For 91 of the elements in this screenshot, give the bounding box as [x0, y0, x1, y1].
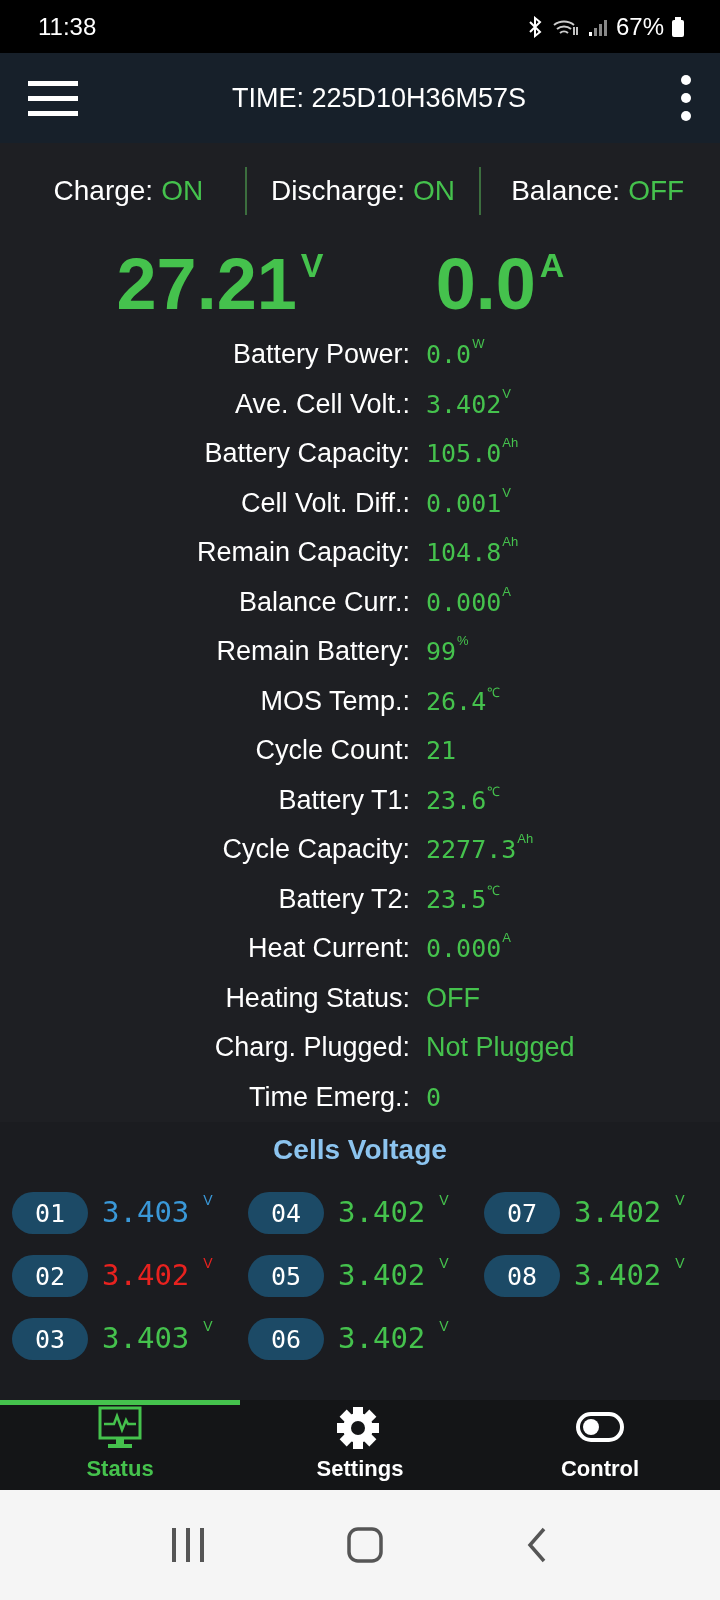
- home-icon[interactable]: [347, 1527, 383, 1563]
- unit-label: ℃: [487, 782, 501, 800]
- stat-value: 0.0: [426, 340, 472, 370]
- cell-voltage: 3.402: [338, 1195, 426, 1229]
- cell-voltage: 3.403: [102, 1195, 190, 1229]
- stat-value: 104.8: [426, 538, 502, 568]
- unit-label: V: [439, 1318, 449, 1334]
- unit-label: %: [457, 633, 469, 649]
- stat-label: Battery Capacity:: [203, 438, 410, 470]
- monitor-pulse-icon: [96, 1406, 144, 1450]
- unit-label: V: [675, 1255, 685, 1271]
- stat-label: Heat Current:: [246, 933, 410, 965]
- stat-value: 99: [426, 637, 457, 667]
- unit-label: V: [203, 1255, 213, 1271]
- stat-label: Charg. Plugged:: [213, 1032, 410, 1064]
- cell-number: 08: [484, 1255, 560, 1297]
- stat-value: Not Plugged: [426, 1032, 575, 1064]
- unit-label: V: [439, 1255, 449, 1271]
- unit-label: W: [472, 336, 485, 352]
- unit-label: A: [502, 583, 511, 599]
- stat-value: 3.402: [426, 389, 502, 419]
- switch-label: Charge:: [53, 174, 154, 207]
- section-title: Cells Voltage: [272, 1134, 448, 1166]
- cell-voltage: 3.402: [338, 1258, 426, 1292]
- unit-label: ℃: [487, 683, 501, 701]
- stat-value: 105.0: [426, 439, 502, 469]
- stat-label: Battery Power:: [231, 339, 410, 371]
- switch-label: Discharge:: [271, 174, 405, 207]
- unit-label: V: [502, 385, 511, 401]
- cell-voltage: 3.402: [338, 1321, 426, 1355]
- cell-number: 01: [12, 1192, 88, 1234]
- reading-value: 27.21: [116, 248, 297, 320]
- unit-label: Ah: [517, 831, 534, 847]
- settings-tab[interactable]: Settings: [240, 1400, 480, 1490]
- unit-label: Ah: [502, 435, 519, 451]
- battery-percent: 67%: [615, 12, 664, 41]
- stat-label: Balance Curr.:: [237, 586, 410, 618]
- cell-number: 06: [248, 1318, 324, 1360]
- stat-value: 0.001: [426, 488, 502, 518]
- stat-label: Remain Capacity:: [195, 537, 410, 569]
- battery-icon: [672, 16, 684, 37]
- unit-label: V: [502, 484, 511, 500]
- stat-value: 2277.3: [426, 835, 517, 865]
- cell-number: 02: [12, 1255, 88, 1297]
- stat-value: 26.4: [426, 686, 487, 716]
- stat-value: 23.6: [426, 785, 487, 815]
- cell-voltage: 3.402: [102, 1258, 190, 1292]
- stat-label: Cycle Count:: [254, 735, 410, 767]
- switch-value: OFF: [628, 174, 685, 207]
- more-options-icon[interactable]: [680, 75, 692, 121]
- cell-voltage: 3.402: [574, 1258, 662, 1292]
- unit-label: V: [439, 1192, 449, 1208]
- stat-label: MOS Temp.:: [259, 685, 410, 717]
- switch-value: ON: [161, 174, 204, 207]
- stat-label: Ave. Cell Volt.:: [233, 388, 410, 420]
- stat-label: Battery T2:: [277, 883, 410, 915]
- unit-label: V: [675, 1192, 685, 1208]
- reading-unit: A: [539, 248, 565, 282]
- cell-voltage: 3.403: [102, 1321, 190, 1355]
- stat-value: 0.000: [426, 934, 502, 964]
- stat-value: 0.000: [426, 587, 502, 617]
- stat-label: Cycle Capacity:: [221, 834, 410, 866]
- unit-label: V: [203, 1318, 213, 1334]
- switch-value: ON: [412, 174, 455, 207]
- cell-number: 07: [484, 1192, 560, 1234]
- unit-label: V: [203, 1192, 213, 1208]
- cell-number: 03: [12, 1318, 88, 1360]
- menu-icon[interactable]: [28, 80, 78, 116]
- stat-label: Cell Volt. Diff.:: [239, 487, 410, 519]
- signal-icon: [587, 17, 608, 36]
- reading-unit: V: [300, 248, 324, 282]
- reading-value: 0.0: [435, 248, 536, 320]
- cell-number: 04: [248, 1192, 324, 1234]
- stat-value: 0: [426, 1082, 442, 1112]
- stat-value: 21: [426, 736, 457, 766]
- stat-value: 23.5: [426, 884, 487, 914]
- unit-label: Ah: [502, 534, 519, 550]
- cell-number: 05: [248, 1255, 324, 1297]
- stat-label: Remain Battery:: [215, 636, 410, 668]
- clock-time: 11:38: [38, 12, 97, 41]
- recent-apps-icon[interactable]: [171, 1528, 204, 1562]
- stat-value: OFF: [426, 982, 480, 1014]
- unit-label: A: [502, 930, 511, 946]
- cell-voltage: 3.402: [574, 1195, 662, 1229]
- control-tab[interactable]: Control: [480, 1400, 720, 1490]
- switch-label: Balance:: [511, 174, 621, 207]
- app-title: TIME: 225D10H36M57S: [230, 82, 528, 114]
- unit-label: ℃: [487, 881, 501, 899]
- stat-label: Heating Status:: [224, 982, 410, 1014]
- stat-label: Time Emerg.:: [247, 1081, 410, 1113]
- stat-label: Battery T1:: [277, 784, 410, 816]
